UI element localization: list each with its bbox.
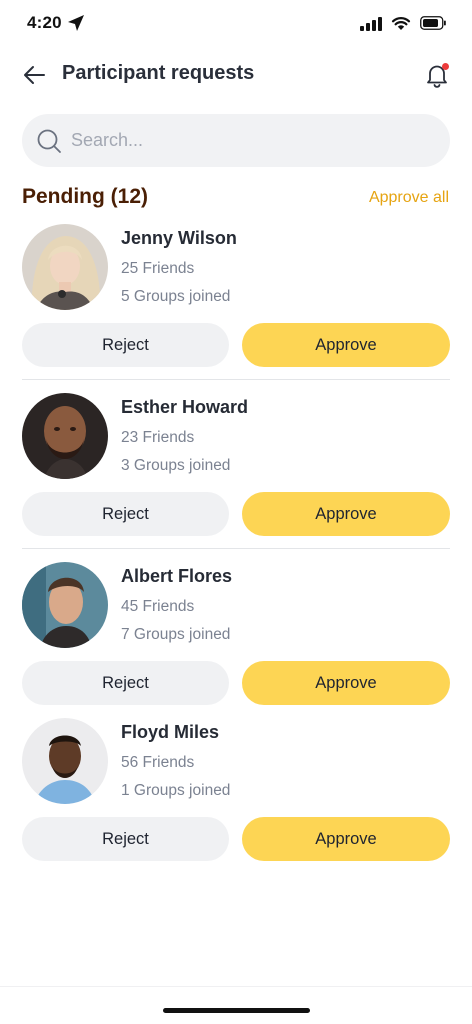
avatar xyxy=(22,224,108,310)
reject-button[interactable]: Reject xyxy=(22,661,229,705)
divider xyxy=(22,379,450,380)
bottom-divider xyxy=(0,986,472,987)
search-input[interactable] xyxy=(71,130,411,151)
page-title: Participant requests xyxy=(62,62,255,84)
avatar xyxy=(22,393,108,479)
notification-dot xyxy=(442,63,449,70)
search-bar[interactable] xyxy=(22,114,450,167)
friends-count: 45 Friends xyxy=(121,598,195,615)
status-bar: 4:20 xyxy=(0,0,472,48)
pending-section-title: Pending (12) xyxy=(22,185,149,208)
participant-name: Floyd Miles xyxy=(121,722,220,742)
friends-count: 56 Friends xyxy=(121,754,195,771)
location-arrow-icon xyxy=(68,15,84,31)
header: Participant requests xyxy=(0,52,472,98)
groups-joined: 3 Groups joined xyxy=(121,457,231,474)
avatar xyxy=(22,718,108,804)
participant-name: Esther Howard xyxy=(121,397,249,417)
groups-joined: 5 Groups joined xyxy=(121,288,231,305)
notifications-button[interactable] xyxy=(422,60,452,90)
friends-count: 23 Friends xyxy=(121,429,195,446)
avatar xyxy=(22,562,108,648)
approve-button[interactable]: Approve xyxy=(242,323,450,367)
status-time: 4:20 xyxy=(27,13,62,32)
groups-joined: 7 Groups joined xyxy=(121,626,231,643)
home-indicator[interactable] xyxy=(163,1008,310,1013)
participant-name: Jenny Wilson xyxy=(121,228,237,248)
back-arrow-icon[interactable] xyxy=(22,62,48,88)
reject-button[interactable]: Reject xyxy=(22,323,229,367)
approve-button[interactable]: Approve xyxy=(242,817,450,861)
divider xyxy=(22,548,450,549)
approve-button[interactable]: Approve xyxy=(242,492,450,536)
reject-button[interactable]: Reject xyxy=(22,492,229,536)
friends-count: 25 Friends xyxy=(121,260,195,277)
groups-joined: 1 Groups joined xyxy=(121,782,231,799)
wifi-icon xyxy=(391,17,411,30)
cellular-signal-icon xyxy=(360,17,382,31)
search-icon xyxy=(37,129,61,153)
approve-all-link[interactable]: Approve all xyxy=(369,189,449,207)
approve-button[interactable]: Approve xyxy=(242,661,450,705)
battery-icon xyxy=(420,16,446,30)
participant-name: Albert Flores xyxy=(121,566,233,586)
reject-button[interactable]: Reject xyxy=(22,817,229,861)
